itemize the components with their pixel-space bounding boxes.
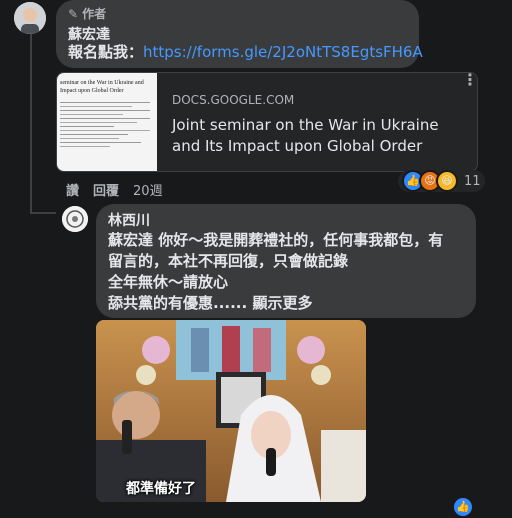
form-link[interactable]: https://forms.gle/2J2oNtTS8EgtsFH6A: [143, 43, 423, 61]
comment-bubble-reply: 林西川 蘇宏達 你好～我是開葬禮社的，任何事我都包，有 留言的，本社不再回復，只…: [96, 204, 476, 318]
pencil-icon: ✎: [68, 6, 79, 21]
reply-button[interactable]: 回覆: [93, 184, 119, 199]
timestamp[interactable]: 20週: [133, 184, 163, 199]
comment-text: 報名點我：: [68, 43, 144, 61]
preview-title: Joint seminar on the War in Ukraine and …: [172, 116, 439, 155]
author-avatar[interactable]: [14, 2, 46, 34]
memorial-scene-image: [96, 320, 366, 502]
preview-thumbnail: seminar on the War in Ukraine and Impact…: [57, 73, 157, 171]
comment-bubble-author: ✎ 作者 蘇宏達 報名點我：https://forms.gle/2J2oNtTS…: [56, 0, 423, 68]
thumbnail-title: seminar on the War in Ukraine and Impact…: [60, 80, 144, 94]
attached-image[interactable]: 都準備好了: [96, 320, 366, 502]
reply-text: 蘇宏達 你好～我是開葬禮社的，任何事我都包，有 留言的，本社不再回復，只會做記錄…: [108, 231, 444, 312]
reaction-count: 11: [464, 173, 481, 189]
reply-author-name[interactable]: 林西川: [108, 210, 150, 230]
link-preview-card[interactable]: seminar on the War in Ukraine and Impact…: [56, 72, 478, 172]
thread-line: [30, 34, 32, 214]
comment-author-name[interactable]: 蘇宏達: [68, 24, 110, 44]
bottom-like-icon[interactable]: 👍: [452, 496, 474, 518]
see-more-link[interactable]: 顯示更多: [252, 294, 312, 312]
author-avatar-image: [14, 2, 46, 34]
commenter-avatar-image: [62, 206, 88, 232]
image-caption: 都準備好了: [126, 481, 196, 497]
preview-domain: DOCS.GOOGLE.COM: [172, 93, 295, 107]
author-badge: 作者: [82, 7, 107, 21]
haha-icon: 😆: [436, 170, 458, 192]
thread-branch: [30, 212, 56, 214]
commenter-avatar[interactable]: [62, 206, 88, 232]
like-button[interactable]: 讚: [66, 184, 79, 199]
more-icon[interactable]: ⋮: [460, 70, 480, 90]
reactions-summary[interactable]: 👍 😡 😆 11: [398, 170, 485, 192]
